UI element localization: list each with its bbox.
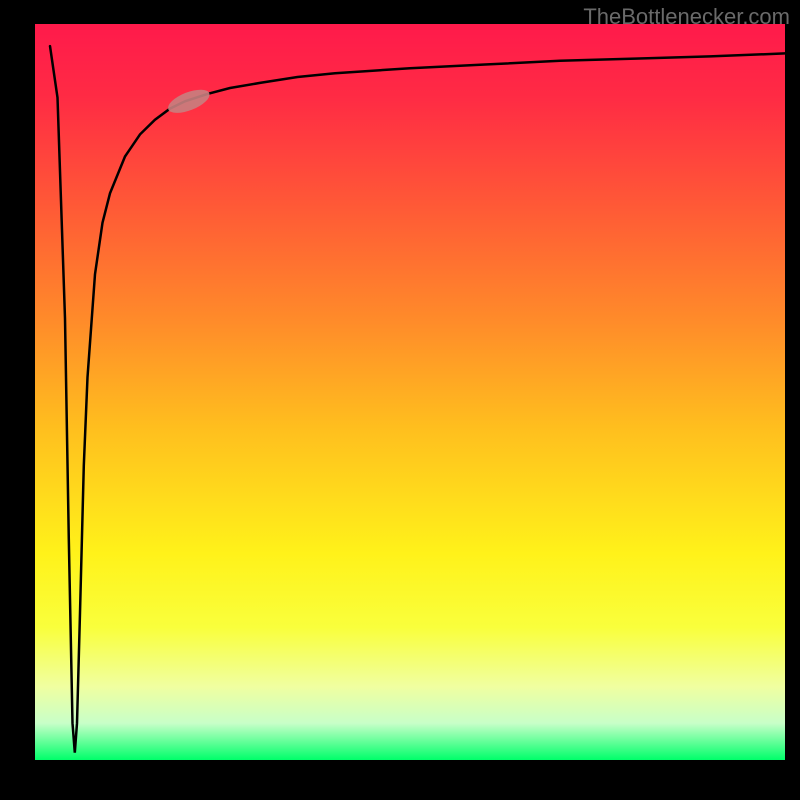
plot-frame	[35, 24, 785, 774]
plot-area	[35, 24, 785, 760]
bottleneck-curve	[50, 46, 785, 753]
y-axis	[0, 24, 35, 774]
curve-layer	[35, 24, 785, 760]
watermark-label: TheBottlenecker.com	[583, 4, 790, 30]
highlight-segment	[165, 85, 213, 118]
x-axis	[35, 774, 785, 796]
